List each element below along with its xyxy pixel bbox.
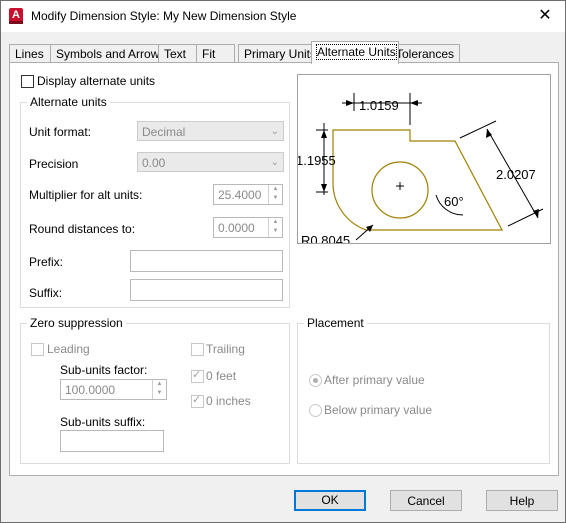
spinner-arrows[interactable]: ▲ ▼ bbox=[268, 185, 282, 204]
preview-dim-left: 1.1955 bbox=[298, 153, 336, 168]
subunits-factor-spinner[interactable]: 100.0000 ▲ ▼ bbox=[60, 379, 167, 400]
multiplier-label: Multiplier for alt units: bbox=[29, 188, 143, 202]
multiplier-value: 25.4000 bbox=[218, 188, 262, 202]
below-primary-label: Below primary value bbox=[324, 403, 433, 417]
chevron-down-icon: ⌄ bbox=[270, 157, 279, 168]
round-distances-value: 0.0000 bbox=[218, 221, 255, 235]
prefix-input[interactable] bbox=[130, 250, 283, 272]
spin-up-icon[interactable]: ▲ bbox=[153, 380, 166, 389]
spin-down-icon[interactable]: ▼ bbox=[269, 194, 282, 203]
round-distances-spinner[interactable]: 0.0000 ▲ ▼ bbox=[213, 217, 283, 238]
alternate-units-group-label: Alternate units bbox=[27, 95, 110, 109]
subunits-suffix-label: Sub-units suffix: bbox=[60, 415, 146, 429]
trailing-checkbox[interactable] bbox=[191, 343, 204, 356]
spinner-arrows[interactable]: ▲ ▼ bbox=[152, 380, 166, 399]
tab-primary-units[interactable]: Primary Units bbox=[238, 44, 320, 63]
preview-drawing: 1.0159 1.1955 2.0207 60° R0.8045 bbox=[296, 93, 544, 248]
after-primary-radio[interactable] bbox=[309, 374, 322, 387]
tab-lines[interactable]: Lines bbox=[9, 44, 51, 63]
part-outline bbox=[332, 129, 503, 231]
autocad-app-icon: A bbox=[9, 8, 23, 24]
spinner-arrows[interactable]: ▲ ▼ bbox=[268, 218, 282, 237]
spin-down-icon[interactable]: ▼ bbox=[153, 389, 166, 398]
preview-dim-top: 1.0159 bbox=[359, 98, 399, 113]
tab-panel: Display alternate units Alternate units … bbox=[9, 62, 559, 476]
tab-fit[interactable]: Fit bbox=[196, 44, 235, 63]
round-distances-label: Round distances to: bbox=[29, 222, 136, 236]
unit-format-value: Decimal bbox=[142, 125, 186, 139]
display-alternate-units-checkbox[interactable] bbox=[21, 75, 34, 88]
tab-tolerances[interactable]: Tolerances bbox=[390, 44, 460, 63]
zero-feet-label: 0 feet bbox=[206, 369, 237, 383]
zero-suppression-group-label: Zero suppression bbox=[27, 316, 126, 330]
below-primary-radio[interactable] bbox=[309, 404, 322, 417]
window-title: Modify Dimension Style: My New Dimension… bbox=[31, 9, 297, 23]
subunits-suffix-input[interactable] bbox=[60, 430, 164, 452]
ok-button[interactable]: OK bbox=[294, 490, 366, 511]
precision-value: 0.00 bbox=[142, 156, 166, 170]
leading-checkbox[interactable] bbox=[31, 343, 44, 356]
suffix-label: Suffix: bbox=[29, 286, 63, 300]
help-button[interactable]: Help bbox=[486, 490, 558, 511]
display-alternate-units-label: Display alternate units bbox=[37, 74, 156, 88]
spin-up-icon[interactable]: ▲ bbox=[269, 185, 282, 194]
prefix-label: Prefix: bbox=[29, 255, 64, 269]
preview-dim-right: 2.0207 bbox=[496, 167, 536, 182]
dimension-preview: 1.0159 1.1955 2.0207 60° R0.8045 bbox=[296, 74, 551, 248]
tab-text[interactable]: Text bbox=[158, 44, 197, 63]
spin-up-icon[interactable]: ▲ bbox=[269, 218, 282, 227]
zero-inches-label: 0 inches bbox=[206, 394, 251, 408]
unit-format-select[interactable]: Decimal ⌄ bbox=[137, 121, 284, 141]
placement-group-label: Placement bbox=[304, 316, 367, 330]
zero-inches-checkbox[interactable] bbox=[191, 393, 204, 408]
tab-alternate-units[interactable]: Alternate Units bbox=[311, 41, 399, 64]
after-primary-label: After primary value bbox=[324, 373, 425, 387]
tab-symbols-and-arrows[interactable]: Symbols and Arrows bbox=[50, 44, 165, 63]
multiplier-spinner[interactable]: 25.4000 ▲ ▼ bbox=[213, 184, 283, 205]
subunits-factor-value: 100.0000 bbox=[65, 383, 116, 397]
close-icon[interactable]: ✕ bbox=[531, 5, 559, 27]
cancel-button[interactable]: Cancel bbox=[390, 490, 462, 511]
subunits-factor-label: Sub-units factor: bbox=[60, 363, 148, 377]
title-bar: A Modify Dimension Style: My New Dimensi… bbox=[1, 1, 565, 32]
precision-select[interactable]: 0.00 ⌄ bbox=[137, 152, 284, 172]
precision-label: Precision bbox=[29, 157, 79, 171]
suffix-input[interactable] bbox=[130, 279, 283, 301]
unit-format-label: Unit format: bbox=[29, 125, 92, 139]
dialog-window: A Modify Dimension Style: My New Dimensi… bbox=[0, 0, 566, 523]
chevron-down-icon: ⌄ bbox=[270, 126, 279, 137]
placement-group: Placement bbox=[297, 316, 550, 464]
preview-angle: 60° bbox=[444, 194, 464, 209]
leading-label: Leading bbox=[47, 342, 90, 356]
zero-feet-checkbox[interactable] bbox=[191, 368, 204, 383]
preview-radius: R0.8045 bbox=[301, 233, 350, 243]
spin-down-icon[interactable]: ▼ bbox=[269, 227, 282, 236]
trailing-label: Trailing bbox=[206, 342, 245, 356]
